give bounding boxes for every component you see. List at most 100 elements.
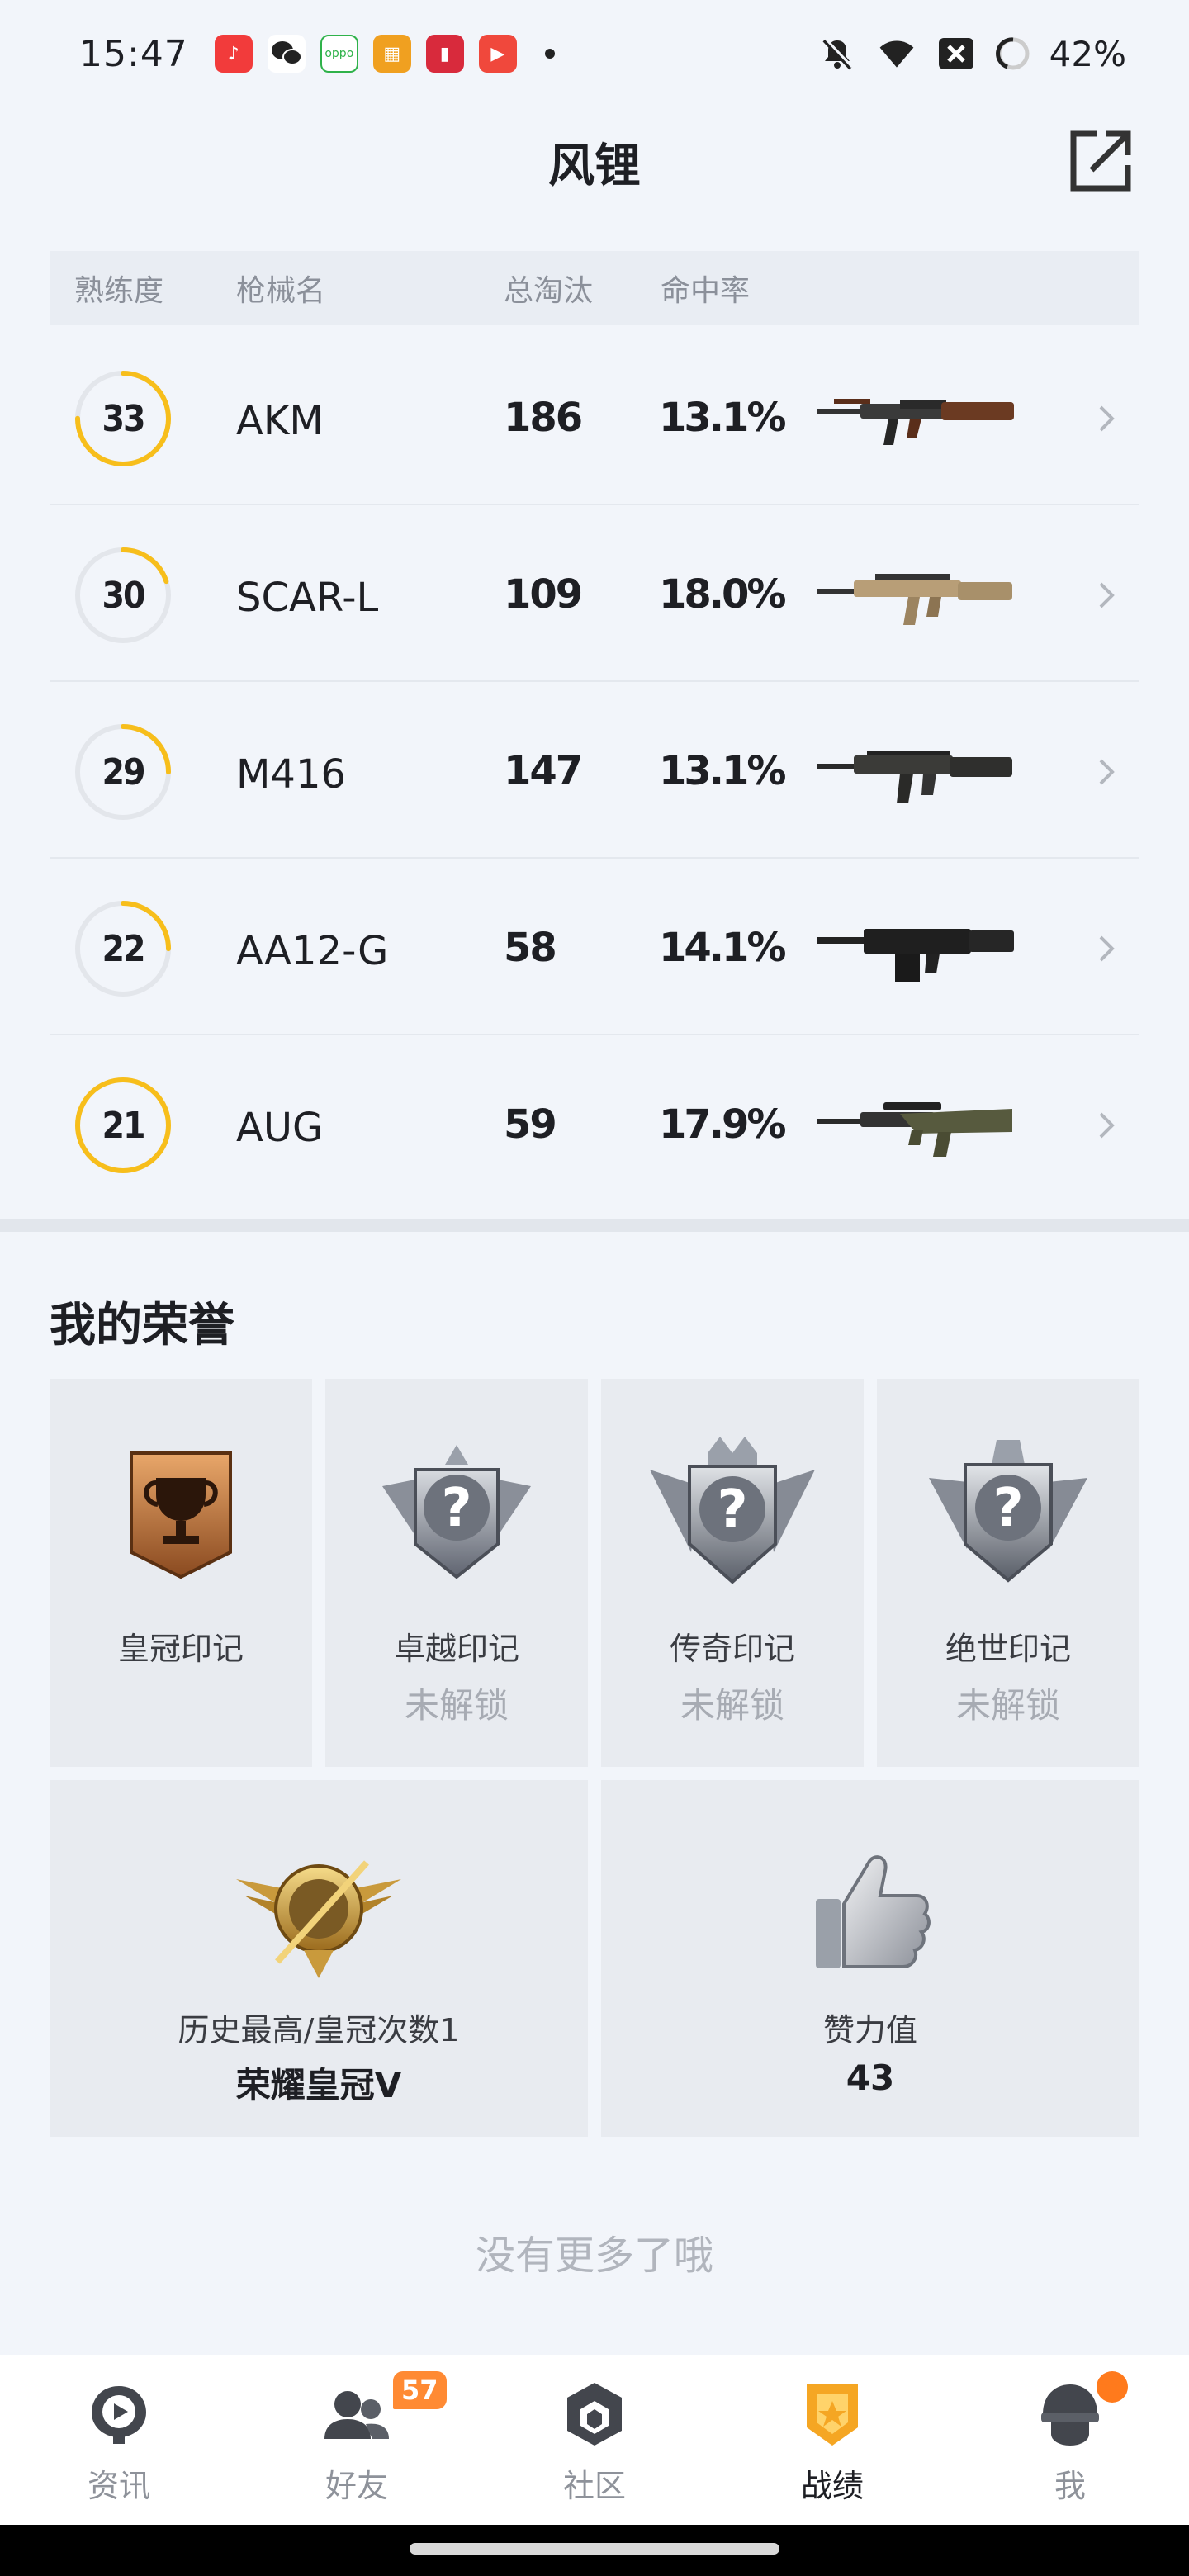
header-weapon: 枪械名: [236, 274, 326, 308]
weapon-kills: 109: [504, 571, 583, 618]
aug-rifle-image: [817, 1102, 1012, 1157]
gesture-handle[interactable]: [410, 2543, 779, 2555]
mastery-level: 21: [102, 1104, 145, 1147]
friends-badge: 57: [393, 2371, 447, 2409]
profile-notification-dot: [1097, 2371, 1128, 2403]
weapon-row[interactable]: 33 AKM 186 13.1%: [50, 329, 1139, 505]
nav-item-community[interactable]: 社区: [476, 2355, 713, 2525]
weapon-name: M416: [236, 751, 347, 798]
mute-bell-icon: [817, 35, 858, 73]
weapon-row[interactable]: 29 M416 147 13.1%: [50, 682, 1139, 859]
mastery-level: 22: [102, 927, 145, 970]
video-app-icon: ▶: [478, 35, 517, 73]
share-external-icon[interactable]: [1063, 124, 1138, 198]
nav-label: 好友: [324, 2468, 388, 2504]
bottom-nav: 资讯 57 好友 社区 战绩 我: [0, 2355, 1189, 2525]
weapon-row[interactable]: 21 AUG 59 17.9%: [50, 1035, 1139, 1212]
nav-label: 战绩: [800, 2468, 864, 2504]
honor-marks-row: 皇冠印记 ? 卓越印记 未解锁 ? 传奇印记 未解锁 ? 绝世印记 未解锁: [50, 1379, 1139, 1767]
battery-ring-icon: [995, 35, 1031, 73]
oppo-app-icon: oppo: [320, 35, 358, 73]
weapon-kills: 59: [504, 1101, 557, 1148]
likes-value: 43: [846, 2057, 895, 2098]
weapon-list: 33 AKM 186 13.1% 30 SCAR-L 109 18.0% 29 …: [50, 329, 1139, 1212]
likes-label: 赞力值: [822, 2012, 917, 2048]
scar-l-rifle-image: [817, 574, 1012, 625]
community-icon: [567, 2383, 622, 2446]
weapon-name: AUG: [236, 1105, 324, 1151]
weapon-kills: 58: [504, 925, 557, 971]
honor-lock-status: 未解锁: [680, 1685, 784, 1726]
weapon-row[interactable]: 22 AA12-G 58 14.1%: [50, 859, 1139, 1035]
highest-rank-card[interactable]: 历史最高/皇冠次数1 荣耀皇冠V: [50, 1780, 588, 2137]
nav-item-news[interactable]: 资讯: [0, 2355, 238, 2525]
header-kills: 总淘汰: [504, 274, 594, 308]
record-icon: [807, 2384, 858, 2446]
page-title: 风锂: [548, 140, 641, 193]
honors-title: 我的荣誉: [50, 1299, 234, 1352]
weapon-name: AKM: [236, 398, 324, 444]
thumbs-up-icon: [816, 1855, 931, 1968]
chevron-right-icon[interactable]: [1090, 928, 1123, 969]
nav-label: 资讯: [87, 2468, 150, 2504]
weapon-table-header: 熟练度 枪械名 总淘汰 命中率: [50, 251, 1139, 325]
page-header: 风锂: [0, 116, 1189, 215]
status-app-icons: ♪ oppo ▦ ▮ ▶: [214, 35, 517, 73]
honor-stats-row: 历史最高/皇冠次数1 荣耀皇冠V 赞力值 43: [50, 1780, 1139, 2137]
honor-name: 传奇印记: [669, 1631, 795, 1667]
friends-icon: [324, 2391, 389, 2439]
mastery-level: 30: [102, 574, 145, 617]
status-time: 15:47: [79, 32, 188, 75]
nav-label: 社区: [562, 2468, 626, 2504]
m416-rifle-image: [817, 751, 1012, 803]
svg-text:?: ?: [441, 1478, 471, 1539]
honor-card-crown[interactable]: 皇冠印记: [50, 1379, 312, 1767]
honor-name: 绝世印记: [945, 1631, 1071, 1667]
likes-card[interactable]: 赞力值 43: [601, 1780, 1139, 2137]
mastery-level: 29: [102, 751, 145, 793]
header-mastery: 熟练度: [74, 274, 164, 308]
chevron-right-icon[interactable]: [1090, 575, 1123, 616]
glory-crown-rank-icon: [236, 1860, 401, 1978]
red-app-icon: ▮: [425, 35, 464, 73]
svg-text:?: ?: [992, 1478, 1023, 1539]
akm-rifle-image: [817, 399, 1014, 445]
no-more-text: 没有更多了哦: [475, 2233, 713, 2279]
honor-card-legend[interactable]: ? 传奇印记 未解锁: [601, 1379, 864, 1767]
honor-lock-status: 未解锁: [955, 1685, 1060, 1726]
crown-trophy-badge-icon: [130, 1451, 232, 1579]
honor-card-peerless[interactable]: ? 绝世印记 未解锁: [877, 1379, 1139, 1767]
notification-dot-icon: [544, 49, 555, 59]
nav-item-me[interactable]: 我: [951, 2355, 1189, 2525]
chevron-right-icon[interactable]: [1090, 1105, 1123, 1146]
weapon-name: SCAR-L: [236, 575, 379, 621]
section-divider: [0, 1219, 1189, 1232]
status-bar: 15:47 ♪ oppo ▦ ▮ ▶ 42%: [0, 0, 1189, 107]
header-accuracy: 命中率: [661, 274, 751, 308]
locked-peerless-badge-icon: ?: [929, 1440, 1087, 1583]
weapon-accuracy: 13.1%: [659, 395, 787, 441]
honor-card-excellence[interactable]: ? 卓越印记 未解锁: [325, 1379, 588, 1767]
chevron-right-icon[interactable]: [1090, 751, 1123, 793]
weapon-accuracy: 13.1%: [659, 748, 787, 794]
honor-name: 卓越印记: [393, 1631, 519, 1667]
game-app-icon: ▦: [372, 35, 411, 73]
news-icon: [92, 2386, 146, 2444]
weapon-kills: 147: [504, 748, 583, 794]
highest-rank-label: 历史最高/皇冠次数1: [178, 2012, 460, 2048]
nav-item-record[interactable]: 战绩: [713, 2355, 951, 2525]
svg-text:?: ?: [717, 1480, 747, 1541]
chevron-right-icon[interactable]: [1090, 398, 1123, 439]
weapon-accuracy: 14.1%: [659, 925, 787, 971]
locked-legend-badge-icon: ?: [650, 1437, 815, 1584]
highest-rank-value: 荣耀皇冠V: [235, 2065, 402, 2105]
sim-blocked-icon: [936, 35, 977, 73]
weapon-name: AA12-G: [236, 928, 389, 974]
music-app-icon: ♪: [214, 35, 253, 73]
weapon-accuracy: 17.9%: [659, 1101, 787, 1148]
weapon-kills: 186: [504, 395, 583, 441]
nav-item-friends[interactable]: 57 好友: [238, 2355, 476, 2525]
weapon-row[interactable]: 30 SCAR-L 109 18.0%: [50, 505, 1139, 682]
locked-excellence-badge-icon: ?: [382, 1445, 531, 1579]
honor-name: 皇冠印记: [117, 1631, 244, 1667]
